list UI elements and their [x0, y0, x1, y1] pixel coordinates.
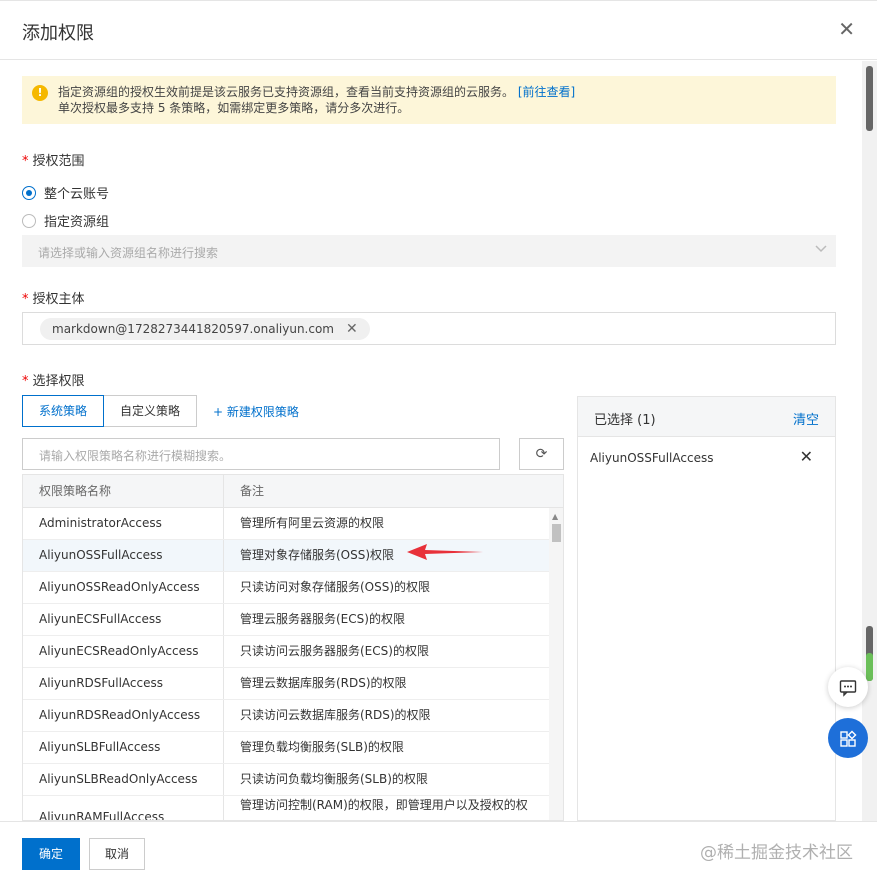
- cancel-button[interactable]: 取消: [89, 838, 145, 870]
- column-header-name: 权限策略名称: [23, 475, 224, 507]
- principal-label: * 授权主体: [22, 292, 85, 307]
- tab-custom-policy[interactable]: 自定义策略: [104, 395, 198, 427]
- radio-checked-icon: [22, 185, 36, 200]
- radio-unchecked-icon: [22, 213, 36, 228]
- table-row[interactable]: AdministratorAccess 管理所有阿里云资源的权限: [23, 508, 563, 540]
- table-row[interactable]: AliyunECSReadOnlyAccess 只读访问云服务器服务(ECS)的权…: [23, 636, 563, 668]
- radio-whole-account[interactable]: 整个云账号: [22, 183, 109, 202]
- policy-tabs: 系统策略 自定义策略: [22, 395, 198, 427]
- table-scrollbar[interactable]: ▲: [549, 508, 563, 820]
- new-policy-link[interactable]: + 新建权限策略: [213, 403, 299, 420]
- table-header: 权限策略名称 备注: [23, 475, 563, 508]
- close-icon[interactable]: ✕: [838, 19, 855, 39]
- notice-banner: ! 指定资源组的授权生效前提是该云服务已支持资源组，查看当前支持资源组的云服务。…: [22, 76, 836, 124]
- table-row[interactable]: AliyunECSFullAccess 管理云服务器服务(ECS)的权限: [23, 604, 563, 636]
- selected-panel: 已选择 (1) 清空 AliyunOSSFullAccess ✕: [577, 396, 836, 821]
- tab-system-policy[interactable]: 系统策略: [22, 395, 105, 427]
- radio-resource-group[interactable]: 指定资源组: [22, 211, 109, 230]
- apps-grid-icon: [840, 729, 857, 747]
- table-row[interactable]: AliyunRDSFullAccess 管理云数据库服务(RDS)的权限: [23, 668, 563, 700]
- page-scrollbar[interactable]: [862, 61, 877, 821]
- refresh-button[interactable]: ⟳: [519, 438, 564, 470]
- chat-icon: [839, 679, 857, 697]
- principal-tag: markdown@1728273441820597.onaliyun.com ✕: [40, 318, 370, 340]
- warning-icon: !: [32, 85, 48, 101]
- apps-float-button[interactable]: [828, 718, 868, 758]
- table-row[interactable]: AliyunSLBFullAccess 管理负载均衡服务(SLB)的权限: [23, 732, 563, 764]
- principal-input[interactable]: markdown@1728273441820597.onaliyun.com ✕: [22, 312, 836, 345]
- table-scroll-thumb[interactable]: [552, 524, 561, 542]
- scroll-up-icon[interactable]: ▲: [552, 512, 558, 521]
- dialog-footer: 确定 取消 @稀土掘金技术社区: [0, 821, 877, 883]
- notice-link[interactable]: [前往查看]: [518, 85, 575, 99]
- confirm-button[interactable]: 确定: [22, 838, 80, 870]
- selected-panel-header: 已选择 (1) 清空: [578, 397, 835, 437]
- chevron-down-icon: [814, 241, 827, 253]
- policy-table: 权限策略名称 备注 AdministratorAccess 管理所有阿里云资源的权…: [22, 474, 564, 821]
- policy-search-input[interactable]: 请输入权限策略名称进行模糊搜索。: [22, 438, 500, 470]
- scope-label: * 授权范围: [22, 154, 85, 169]
- column-header-note: 备注: [240, 484, 265, 498]
- notice-line-2: 单次授权最多支持 5 条策略，如需绑定更多策略，请分多次进行。: [58, 101, 410, 115]
- refresh-icon: ⟳: [535, 446, 548, 462]
- tag-remove-icon[interactable]: ✕: [346, 321, 358, 337]
- scroll-indicator: [866, 653, 873, 681]
- dialog-title: 添加权限: [22, 23, 94, 44]
- table-row[interactable]: AliyunRAMFullAccess 管理访问控制(RAM)的权限，即管理用户以…: [23, 796, 563, 820]
- dialog-header: 添加权限 ✕: [0, 0, 877, 60]
- clear-button[interactable]: 清空: [793, 409, 819, 428]
- page-scroll-thumb[interactable]: [866, 66, 873, 131]
- table-row[interactable]: AliyunOSSReadOnlyAccess 只读访问对象存储服务(OSS)的权…: [23, 572, 563, 604]
- remove-selected-icon[interactable]: ✕: [800, 447, 813, 466]
- dialog-body: ! 指定资源组的授权生效前提是该云服务已支持资源组，查看当前支持资源组的云服务。…: [0, 61, 862, 821]
- notice-line-1: 指定资源组的授权生效前提是该云服务已支持资源组，查看当前支持资源组的云服务。: [58, 85, 515, 99]
- table-row[interactable]: AliyunRDSReadOnlyAccess 只读访问云数据库服务(RDS)的权…: [23, 700, 563, 732]
- selected-count: 已选择 (1): [594, 413, 656, 428]
- resource-group-select: 请选择或输入资源组名称进行搜索: [22, 235, 836, 267]
- watermark: @稀土掘金技术社区: [700, 843, 853, 863]
- permissions-label: * 选择权限: [22, 374, 85, 389]
- chat-float-button[interactable]: [828, 667, 868, 707]
- selected-item: AliyunOSSFullAccess ✕: [590, 447, 813, 466]
- table-row[interactable]: AliyunSLBReadOnlyAccess 只读访问负载均衡服务(SLB)的权…: [23, 764, 563, 796]
- red-arrow-annotation: [407, 544, 483, 560]
